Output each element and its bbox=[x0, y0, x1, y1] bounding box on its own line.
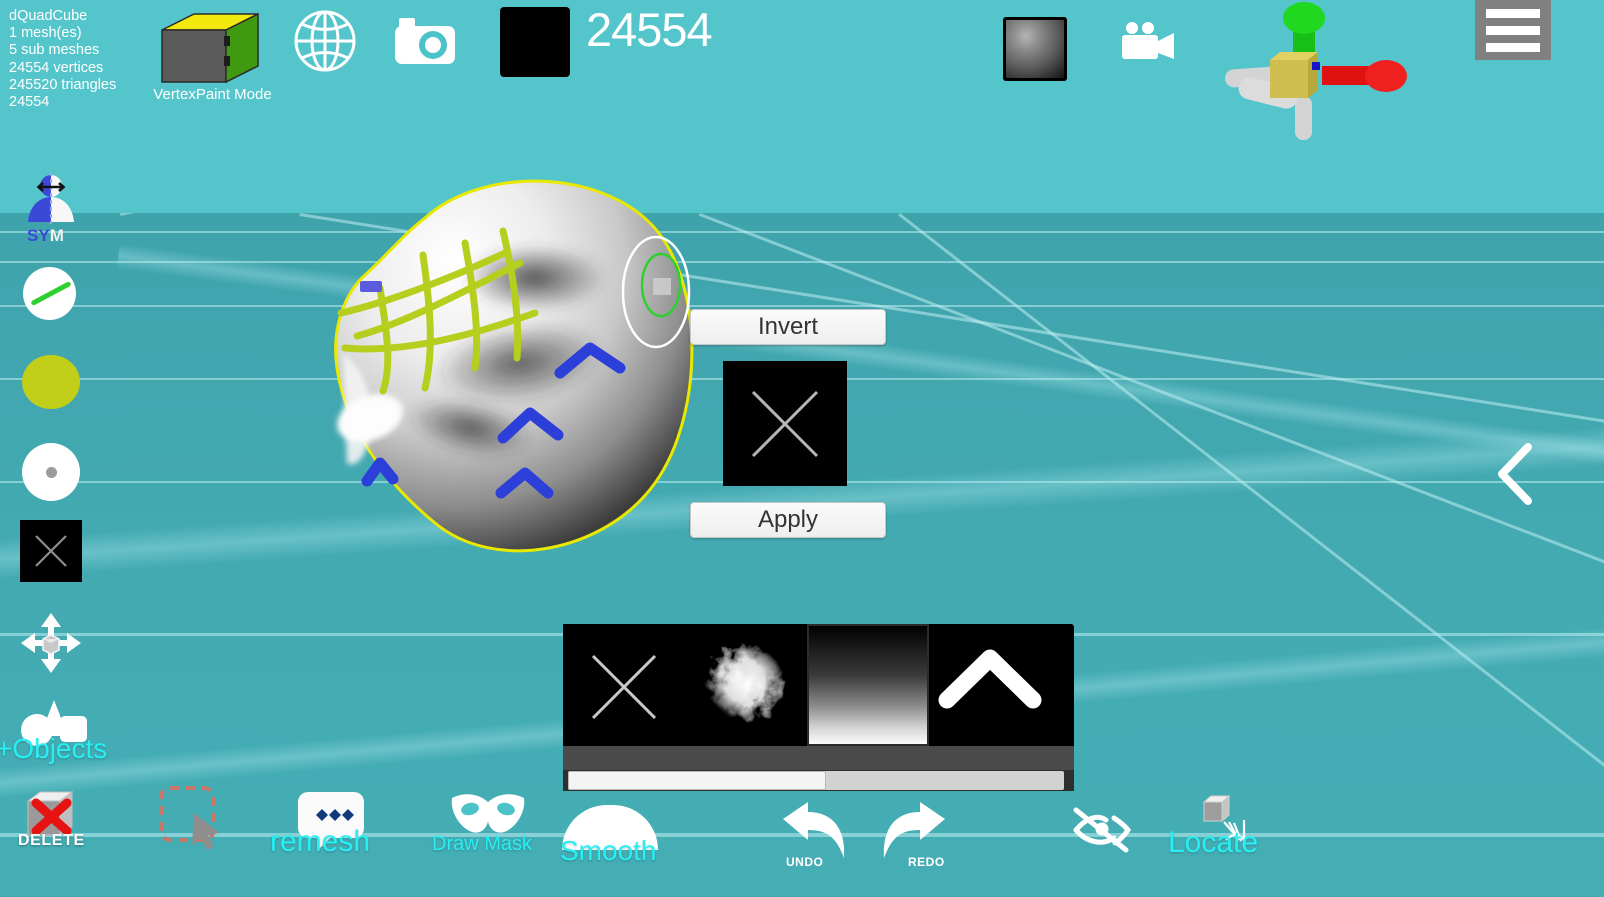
remesh-label[interactable]: remesh bbox=[270, 825, 370, 859]
sub-mesh-count: 5 sub meshes bbox=[9, 42, 100, 59]
undo-label: UNDO bbox=[786, 855, 824, 869]
undo-arrow-icon[interactable] bbox=[780, 800, 850, 862]
symmetry-label: SYM bbox=[27, 226, 64, 246]
menu-line bbox=[1486, 42, 1540, 52]
hamburger-menu-icon[interactable] bbox=[1475, 0, 1551, 60]
cube-icon[interactable] bbox=[150, 8, 270, 88]
camera-icon[interactable] bbox=[392, 14, 458, 70]
mask-thumbnail[interactable] bbox=[723, 361, 847, 486]
brush-strength-slider[interactable] bbox=[563, 770, 1074, 791]
brush-stroke-icon[interactable] bbox=[23, 267, 76, 320]
brush-alpha-panel bbox=[563, 624, 1074, 791]
alpha-thumbnail-row bbox=[563, 624, 1074, 746]
brush-size-icon[interactable] bbox=[22, 443, 80, 501]
invert-button[interactable]: Invert bbox=[690, 309, 886, 345]
locate-label[interactable]: Locate bbox=[1168, 826, 1258, 860]
mesh-info-block: dQuadCube 1 mesh(es) 5 sub meshes 24554 … bbox=[9, 8, 116, 111]
globe-icon[interactable] bbox=[292, 8, 358, 74]
video-camera-icon[interactable] bbox=[1118, 22, 1176, 60]
apply-button[interactable]: Apply bbox=[690, 502, 886, 538]
mask-panel: Invert Apply bbox=[690, 309, 886, 539]
alpha-texture-icon[interactable] bbox=[20, 520, 82, 582]
slider-fill bbox=[568, 771, 826, 790]
vertex-count-line: 24554 vertices bbox=[9, 59, 104, 76]
draw-mask-label[interactable]: Draw Mask bbox=[432, 833, 532, 856]
triangle-count-line: 245520 triangles bbox=[9, 76, 117, 93]
eye-hidden-icon[interactable] bbox=[1070, 800, 1136, 856]
panel-divider bbox=[563, 746, 1074, 770]
add-objects-label[interactable]: +Objects bbox=[0, 733, 107, 765]
color-swatch-icon[interactable] bbox=[22, 355, 80, 409]
menu-line bbox=[1486, 8, 1540, 18]
symmetry-icon[interactable] bbox=[22, 170, 80, 228]
brush-stroke-line bbox=[30, 280, 72, 307]
brush-size-center-dot bbox=[45, 466, 57, 478]
symmetry-label-suffix: M bbox=[49, 226, 64, 245]
chevron-left-icon[interactable] bbox=[1494, 443, 1538, 505]
extra-count-line: 24554 bbox=[9, 94, 50, 111]
alpha-chevron-thumbnail[interactable] bbox=[929, 624, 1051, 746]
alpha-gradient-thumbnail[interactable] bbox=[807, 624, 929, 746]
alpha-cloud-thumbnail[interactable] bbox=[685, 624, 807, 746]
sculpted-head-model[interactable] bbox=[305, 163, 715, 578]
move-transform-icon[interactable] bbox=[20, 612, 82, 674]
material-sphere-preview bbox=[1003, 17, 1067, 81]
mode-label: VertexPaint Mode bbox=[153, 86, 272, 103]
menu-line bbox=[1486, 25, 1540, 35]
brush-cursor bbox=[620, 232, 692, 352]
vertex-counter: 24554 bbox=[586, 3, 713, 56]
alpha-none-x-thumbnail[interactable] bbox=[563, 624, 685, 746]
redo-arrow-icon[interactable] bbox=[878, 800, 948, 862]
transform-gizmo-icon[interactable] bbox=[1200, 0, 1450, 140]
symmetry-label-prefix: SY bbox=[27, 226, 50, 245]
marquee-select-icon[interactable] bbox=[158, 785, 230, 851]
mesh-count: 1 mesh(es) bbox=[9, 25, 82, 42]
smooth-label[interactable]: Smooth bbox=[560, 835, 657, 867]
delete-label: DELETE bbox=[18, 832, 85, 849]
material-sphere-icon[interactable] bbox=[500, 7, 1067, 81]
mesh-name: dQuadCube bbox=[9, 8, 88, 24]
redo-label: REDO bbox=[908, 855, 945, 869]
